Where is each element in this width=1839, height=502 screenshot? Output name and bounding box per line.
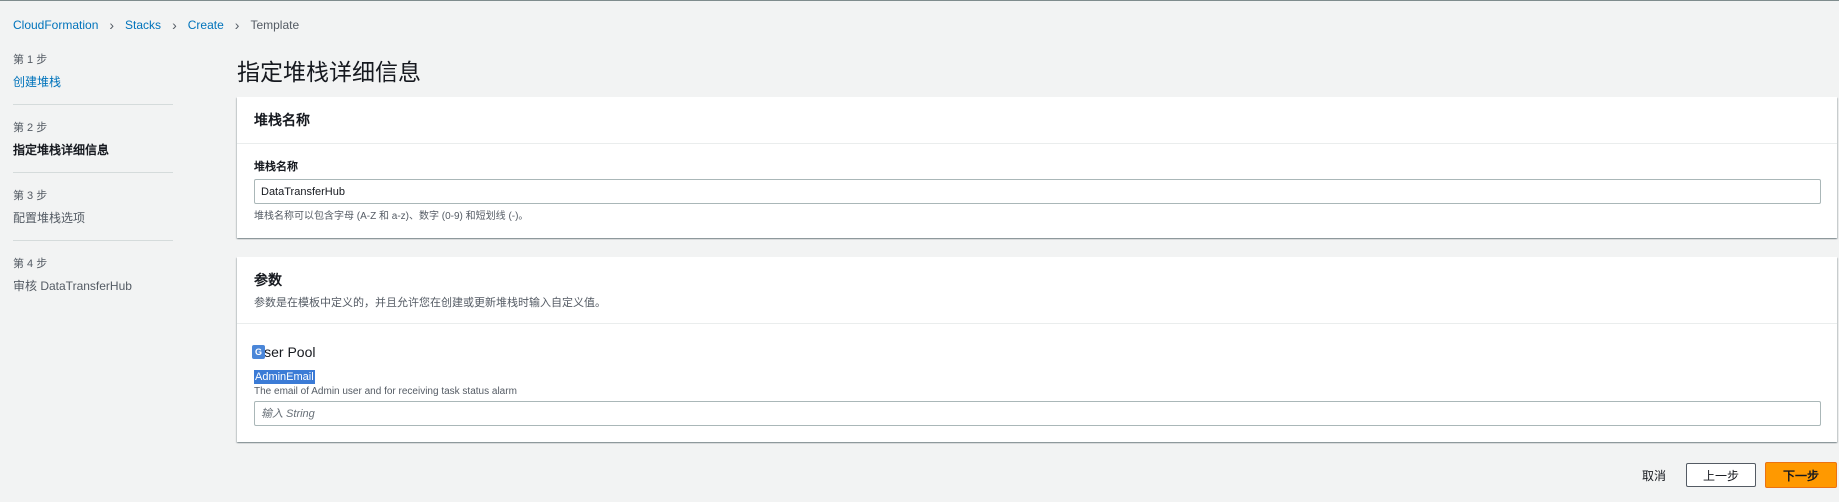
stack-name-label: 堆栈名称	[254, 161, 298, 173]
stack-name-input[interactable]	[254, 179, 1821, 204]
breadcrumb-stacks[interactable]: Stacks	[125, 18, 161, 32]
parameter-description: The email of Admin user and for receivin…	[254, 386, 517, 397]
step-1: 第 1 步 创建堆栈	[13, 51, 173, 105]
next-button[interactable]: 下一步	[1764, 462, 1837, 488]
step-2: 第 2 步 指定堆栈详细信息	[13, 119, 173, 173]
stack-name-panel: 堆栈名称 堆栈名称 堆栈名称可以包含字母 (A-Z 和 a-z)、数字 (0-9…	[237, 97, 1837, 238]
step-label: 配置堆栈选项	[13, 211, 86, 225]
page-title: 指定堆栈详细信息	[237, 59, 421, 85]
panel-body: G User Pool AdminEmail The email of Admi…	[237, 324, 1837, 442]
panel-title: 参数	[254, 272, 282, 288]
panel-body: 堆栈名称 堆栈名称可以包含字母 (A-Z 和 a-z)、数字 (0-9) 和短划…	[237, 144, 1837, 238]
translate-icon[interactable]: G	[252, 345, 265, 359]
step-number: 第 3 步	[13, 190, 48, 202]
panel-header: 参数 参数是在模板中定义的，并且允许您在创建或更新堆栈时输入自定义值。	[237, 257, 1837, 324]
step-3: 第 3 步 配置堆栈选项	[13, 187, 173, 241]
panel-title: 堆栈名称	[254, 112, 310, 128]
step-4: 第 4 步 审核 DataTransferHub	[13, 255, 173, 308]
parameter-name: AdminEmail	[254, 370, 315, 384]
chevron-right-icon: ›	[234, 17, 240, 33]
step-link-create-stack[interactable]: 创建堆栈	[13, 73, 173, 90]
breadcrumb-cloudformation[interactable]: CloudFormation	[13, 18, 98, 32]
breadcrumb: CloudFormation › Stacks › Create › Templ…	[13, 18, 299, 32]
stack-name-help: 堆栈名称可以包含字母 (A-Z 和 a-z)、数字 (0-9) 和短划线 (-)…	[254, 211, 529, 222]
cancel-button[interactable]: 取消	[1636, 466, 1672, 485]
chevron-right-icon: ›	[172, 17, 177, 33]
step-label: 审核 DataTransferHub	[13, 279, 132, 293]
previous-button[interactable]: 上一步	[1685, 463, 1756, 487]
step-number: 第 4 步	[13, 258, 48, 270]
admin-email-input[interactable]	[254, 401, 1821, 426]
form-actions: 取消 上一步 下一步	[1636, 462, 1837, 488]
breadcrumb-create[interactable]: Create	[188, 18, 224, 32]
breadcrumb-current: Template	[250, 18, 300, 32]
step-current-label: 指定堆栈详细信息	[13, 143, 110, 157]
parameters-panel: 参数 参数是在模板中定义的，并且允许您在创建或更新堆栈时输入自定义值。 G Us…	[237, 257, 1837, 442]
step-number: 第 2 步	[13, 122, 48, 134]
chevron-right-icon: ›	[109, 17, 115, 33]
panel-header: 堆栈名称	[237, 97, 1837, 144]
parameter-group-title: G User Pool	[252, 344, 1820, 360]
wizard-steps: 第 1 步 创建堆栈 第 2 步 指定堆栈详细信息 第 3 步 配置堆栈选项 第…	[13, 51, 173, 322]
step-number: 第 1 步	[13, 54, 48, 66]
panel-description: 参数是在模板中定义的，并且允许您在创建或更新堆栈时输入自定义值。	[254, 297, 606, 309]
